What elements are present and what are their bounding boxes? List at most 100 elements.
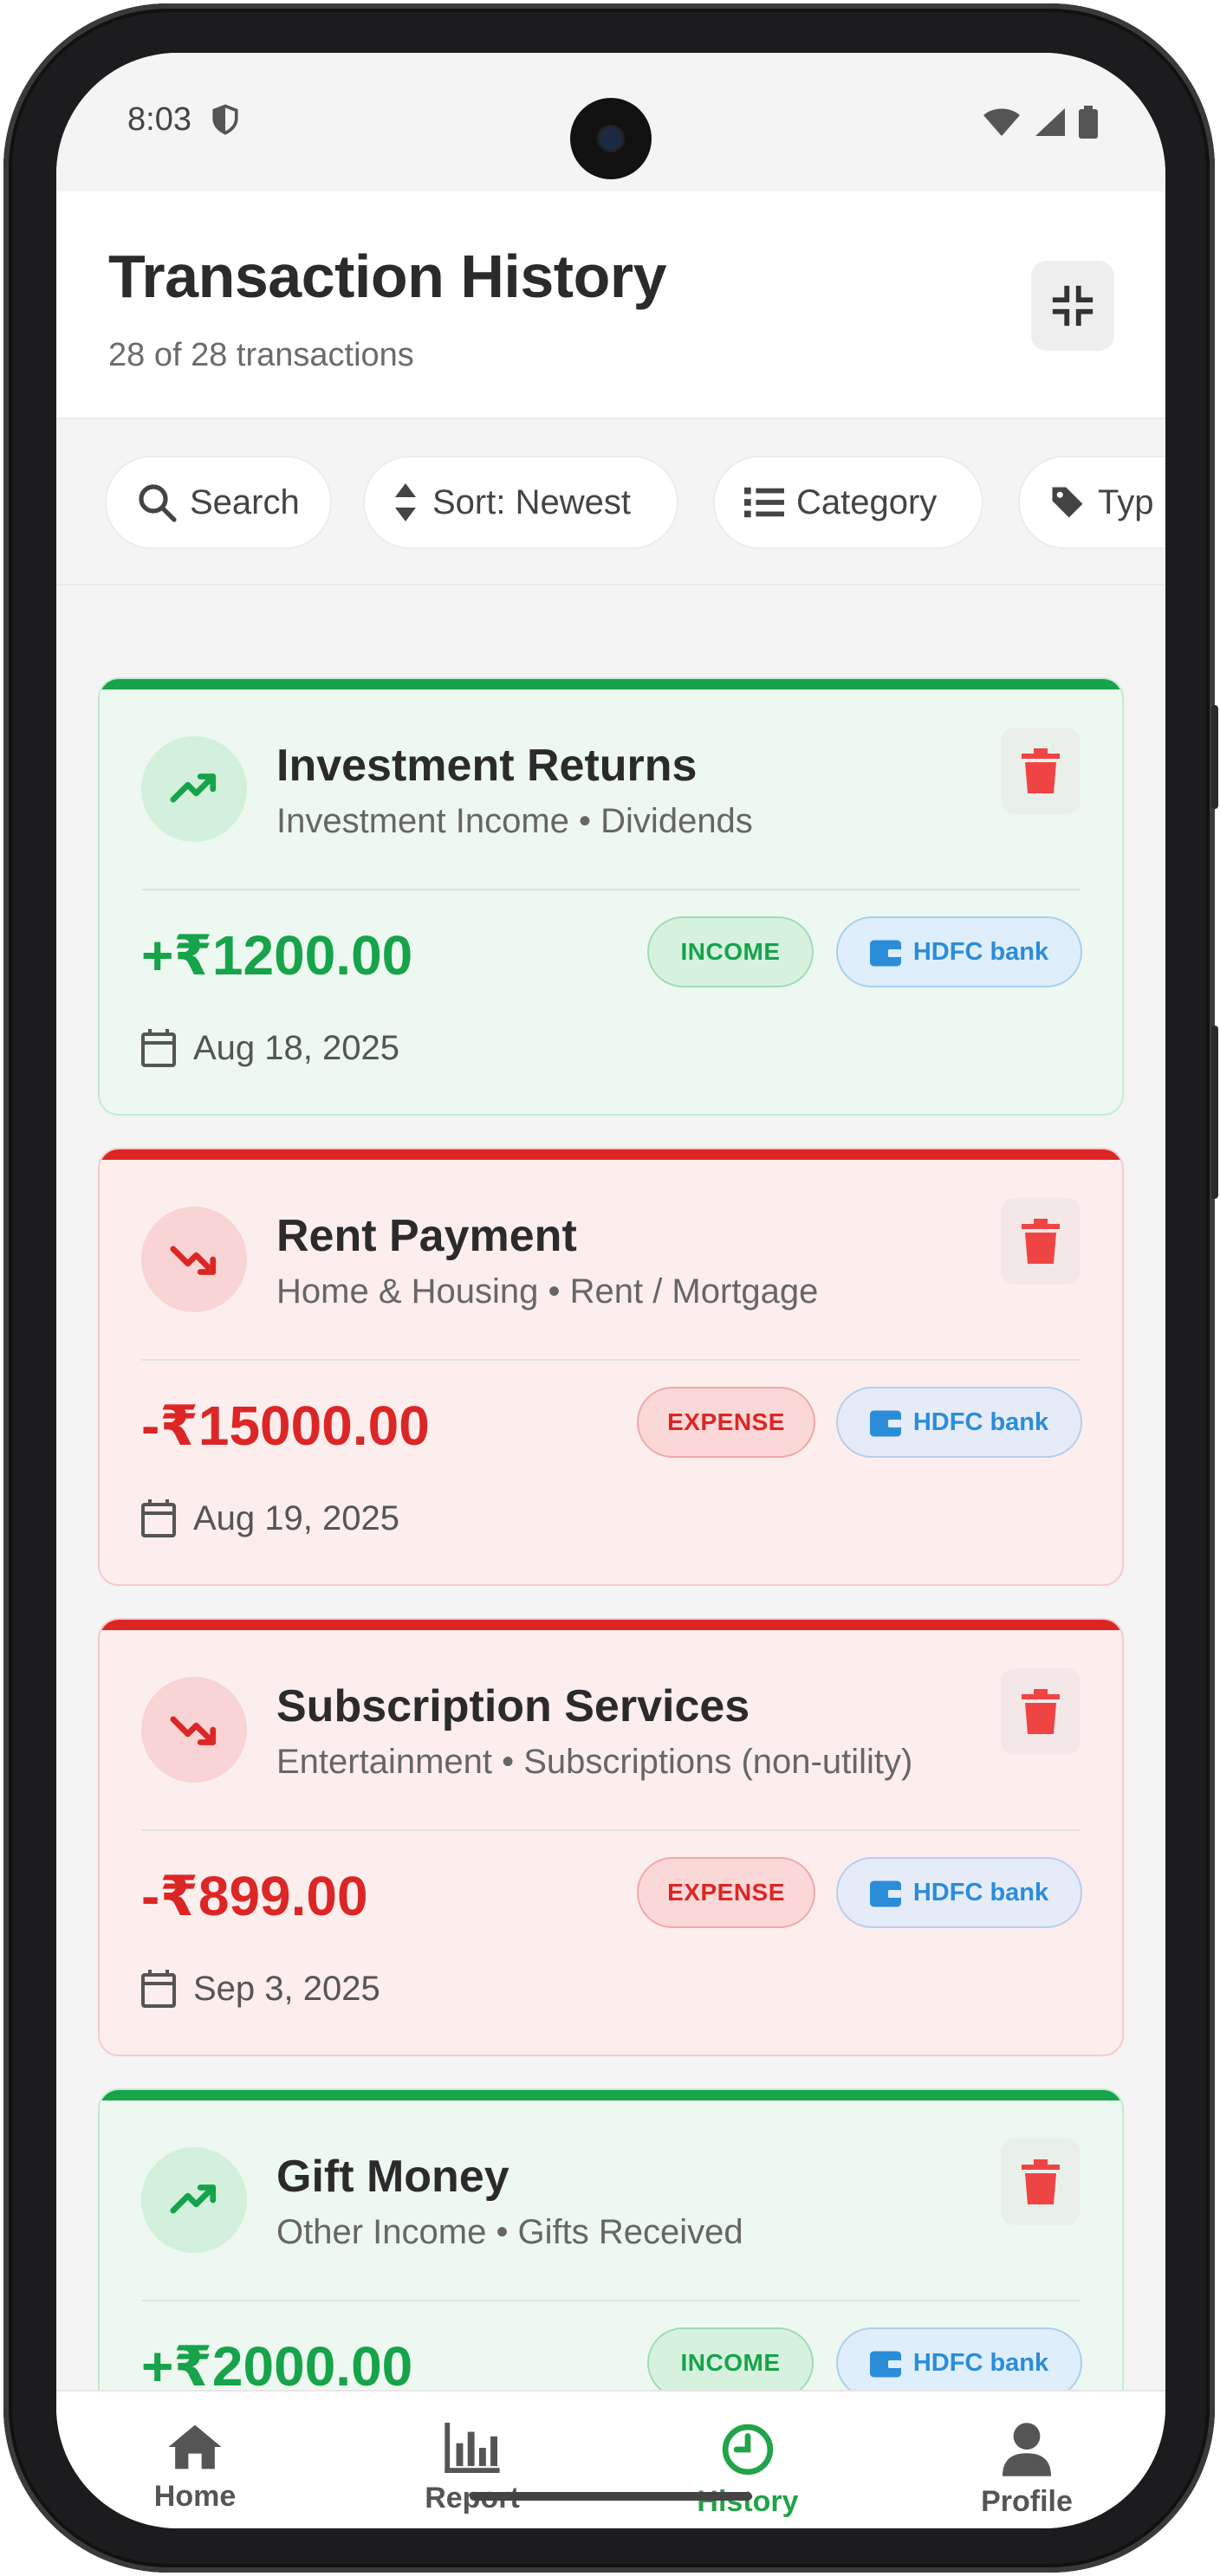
nav-report[interactable]: Report bbox=[377, 2423, 568, 2528]
sort-chip-label: Sort: Newest bbox=[432, 482, 631, 521]
wallet-icon bbox=[869, 940, 901, 967]
trending-down-icon bbox=[141, 1677, 247, 1783]
wallet-icon bbox=[869, 1410, 901, 1437]
transaction-card[interactable]: Rent Payment Home & Housing • Rent / Mor… bbox=[98, 1148, 1124, 1586]
search-icon bbox=[139, 484, 177, 522]
home-indicator[interactable] bbox=[470, 2492, 752, 2501]
filter-bar: Search Sort: Newest Category Typ bbox=[56, 419, 1165, 586]
transaction-category: Entertainment • Subscriptions (non-utili… bbox=[276, 1743, 913, 1781]
phone-frame: 8:03 Transaction History 28 of 28 transa… bbox=[3, 3, 1218, 2573]
income-accent-bar bbox=[100, 679, 1122, 689]
trash-icon bbox=[1022, 1689, 1060, 1734]
transaction-card[interactable]: Subscription Services Entertainment • Su… bbox=[98, 1618, 1124, 2056]
person-icon bbox=[1003, 2423, 1051, 2476]
screen: 8:03 Transaction History 28 of 28 transa… bbox=[56, 53, 1165, 2528]
transaction-list: Investment Returns Investment Income • D… bbox=[56, 586, 1165, 2390]
home-icon bbox=[168, 2424, 222, 2469]
sort-icon bbox=[395, 483, 416, 521]
transaction-title: Rent Payment bbox=[276, 1211, 577, 1261]
account-name: HDFC bank bbox=[912, 1408, 1049, 1436]
shield-icon bbox=[212, 104, 238, 135]
nav-profile-label: Profile bbox=[981, 2485, 1073, 2518]
nav-home[interactable]: Home bbox=[100, 2423, 290, 2528]
signal-icon bbox=[1035, 108, 1065, 136]
transaction-title: Subscription Services bbox=[276, 1681, 750, 1731]
front-camera bbox=[570, 98, 652, 179]
transaction-amount: -₹15000.00 bbox=[141, 1395, 430, 1457]
delete-button[interactable] bbox=[1001, 2139, 1080, 2225]
type-chip[interactable]: Typ bbox=[1018, 456, 1165, 549]
page-header: Transaction History 28 of 28 transaction… bbox=[56, 191, 1165, 419]
category-chip[interactable]: Category bbox=[713, 456, 983, 549]
tag-icon bbox=[1052, 487, 1083, 518]
wallet-icon bbox=[869, 1880, 901, 1907]
type-badge: EXPENSE bbox=[637, 1857, 815, 1928]
nav-history-label: History bbox=[697, 2485, 799, 2518]
type-badge: INCOME bbox=[647, 916, 814, 987]
trending-up-icon bbox=[141, 2147, 247, 2253]
trash-icon bbox=[1022, 1219, 1060, 1264]
card-divider bbox=[141, 2300, 1080, 2301]
transaction-card[interactable]: Investment Returns Investment Income • D… bbox=[98, 677, 1124, 1116]
transaction-category: Home & Housing • Rent / Mortgage bbox=[276, 1272, 819, 1311]
account-name: HDFC bank bbox=[912, 2348, 1049, 2377]
trash-icon bbox=[1022, 748, 1060, 793]
search-chip[interactable]: Search bbox=[105, 456, 332, 549]
account-name: HDFC bank bbox=[912, 937, 1049, 966]
battery-icon bbox=[1079, 106, 1098, 139]
calendar-icon bbox=[141, 1029, 176, 1067]
status-bar: 8:03 bbox=[56, 53, 1165, 191]
account-badge: HDFC bank bbox=[836, 2327, 1082, 2390]
calendar-icon bbox=[141, 1970, 176, 2008]
transaction-amount: +₹1200.00 bbox=[141, 924, 413, 987]
collapse-icon bbox=[1052, 285, 1093, 327]
wallet-icon bbox=[869, 2351, 901, 2378]
transaction-category: Other Income • Gifts Received bbox=[276, 2213, 743, 2251]
nav-history[interactable]: History bbox=[652, 2423, 843, 2528]
volume-button bbox=[1211, 705, 1218, 809]
trending-down-icon bbox=[141, 1207, 247, 1312]
bar-chart-icon bbox=[445, 2423, 500, 2473]
type-badge: EXPENSE bbox=[637, 1387, 815, 1458]
delete-button[interactable] bbox=[1001, 1668, 1080, 1755]
list-icon bbox=[744, 487, 784, 518]
nav-home-label: Home bbox=[153, 2480, 237, 2513]
system-icons bbox=[982, 105, 1098, 139]
trash-icon bbox=[1022, 2159, 1060, 2204]
transaction-title: Investment Returns bbox=[276, 741, 698, 791]
wifi-icon bbox=[983, 108, 1020, 136]
account-badge: HDFC bank bbox=[836, 916, 1082, 987]
collapse-button[interactable] bbox=[1031, 261, 1114, 351]
transaction-amount: +₹2000.00 bbox=[141, 2335, 413, 2390]
clock-icon bbox=[722, 2424, 774, 2476]
trending-up-icon bbox=[141, 736, 247, 842]
transaction-count: 28 of 28 transactions bbox=[108, 337, 414, 373]
transaction-date: Aug 18, 2025 bbox=[193, 1029, 399, 1067]
transaction-date: Sep 3, 2025 bbox=[193, 1970, 380, 2008]
expense-accent-bar bbox=[100, 1149, 1122, 1160]
delete-button[interactable] bbox=[1001, 728, 1080, 814]
transaction-card[interactable]: Gift Money Other Income • Gifts Received… bbox=[98, 2088, 1124, 2390]
card-divider bbox=[141, 1359, 1080, 1361]
transaction-date: Aug 19, 2025 bbox=[193, 1499, 399, 1537]
page-title: Transaction History bbox=[108, 243, 667, 310]
calendar-icon bbox=[141, 1499, 176, 1537]
status-time: 8:03 bbox=[127, 101, 191, 138]
transaction-title: Gift Money bbox=[276, 2152, 509, 2202]
transaction-amount: -₹899.00 bbox=[141, 1865, 368, 1927]
type-chip-label: Typ bbox=[1098, 482, 1154, 521]
nav-profile[interactable]: Profile bbox=[931, 2423, 1122, 2528]
bottom-navigation: Home Report History Profile bbox=[56, 2390, 1165, 2528]
account-badge: HDFC bank bbox=[836, 1857, 1082, 1928]
transaction-category: Investment Income • Dividends bbox=[276, 802, 753, 840]
income-accent-bar bbox=[100, 2090, 1122, 2100]
sort-chip[interactable]: Sort: Newest bbox=[363, 456, 678, 549]
type-badge: INCOME bbox=[647, 2327, 814, 2390]
card-divider bbox=[141, 1829, 1080, 1831]
delete-button[interactable] bbox=[1001, 1198, 1080, 1285]
power-button bbox=[1211, 1026, 1218, 1199]
card-divider bbox=[141, 889, 1080, 890]
expense-accent-bar bbox=[100, 1620, 1122, 1630]
account-badge: HDFC bank bbox=[836, 1387, 1082, 1458]
search-chip-label: Search bbox=[190, 482, 300, 521]
